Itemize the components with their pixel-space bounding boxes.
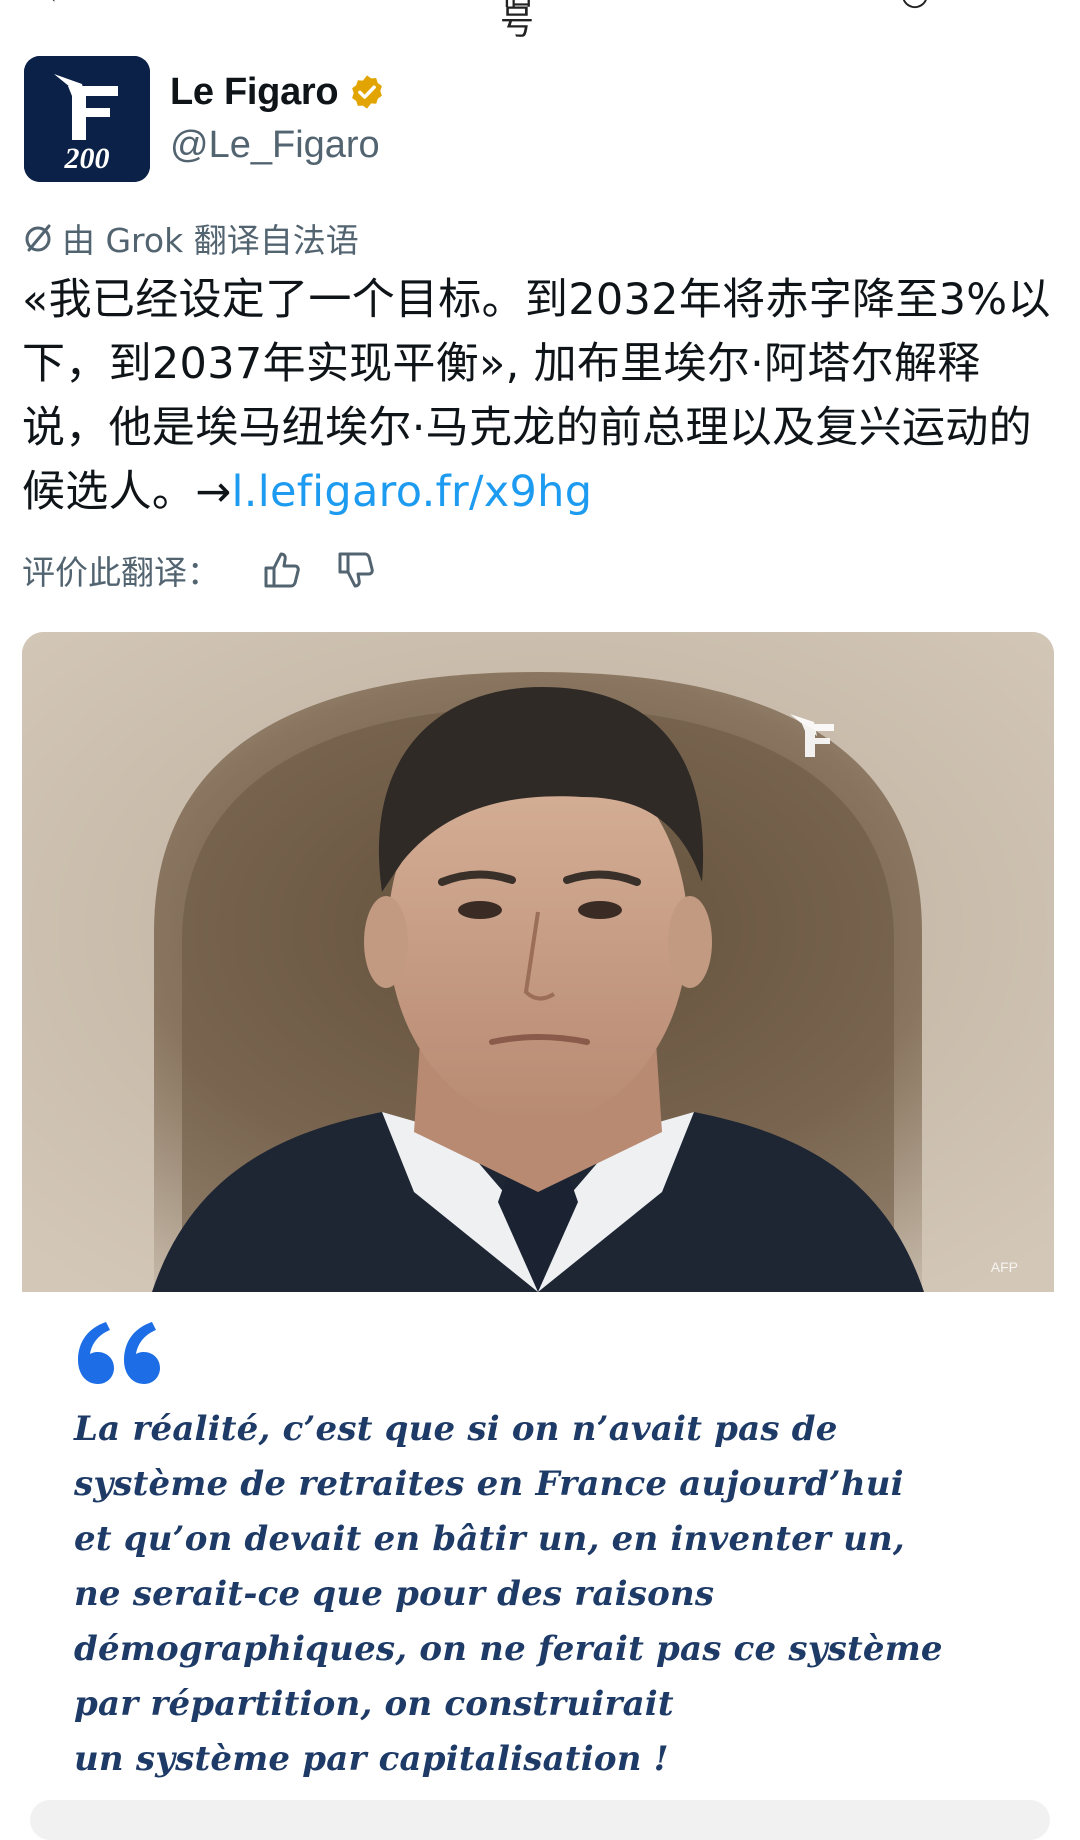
avatar[interactable]: 200 — [24, 56, 150, 182]
display-name[interactable]: Le Figaro — [170, 71, 339, 114]
le-figaro-logo-icon: 200 — [24, 56, 150, 182]
photo-credit: AFP — [991, 1259, 1018, 1275]
verified-badge-icon — [348, 73, 386, 111]
tweet-media[interactable]: AFP La réalité, c’est que si on n’avait … — [22, 632, 1054, 1787]
quote-line: et qu’on devait en bâtir un, en inventer… — [74, 1519, 905, 1559]
quote-line: par répartition, on construirait — [74, 1684, 674, 1724]
quote-line: ne serait-ce que pour des raisons — [74, 1574, 715, 1614]
tweet-text: «我已经设定了一个目标。到2032年将赤字降至3%以下，到2037年实现平衡»,… — [22, 268, 1052, 524]
quote-mark-icon — [72, 1312, 162, 1392]
tweet-link[interactable]: l.lefigaro.fr/x9hg — [232, 467, 593, 517]
status-icon-fragment: ◔ — [900, 0, 940, 10]
quote-text: La réalité, c’est que si on n’avait pas … — [74, 1402, 1004, 1787]
account-names: Le Figaro @Le_Figaro — [170, 66, 386, 167]
thumbs-up-icon[interactable] — [260, 548, 304, 592]
account-handle[interactable]: @Le_Figaro — [170, 124, 386, 167]
quote-line: système de retraites en France aujourd’h… — [74, 1464, 904, 1504]
bottom-reply-bar[interactable] — [30, 1800, 1050, 1840]
status-text-fragment: 信号 — [500, 0, 534, 43]
translation-label: 由 Grok 翻译自法语 — [62, 221, 359, 260]
back-chevron-icon[interactable]: ‹ — [44, 0, 62, 10]
portrait-photo[interactable]: AFP — [22, 632, 1054, 1292]
quote-line: démographiques, on ne ferait pas ce syst… — [74, 1629, 943, 1669]
quote-line: La réalité, c’est que si on n’avait pas … — [74, 1409, 838, 1449]
rate-translation-label: 评价此翻译： — [22, 553, 220, 592]
avatar-text: 200 — [64, 142, 110, 175]
translate-icon — [22, 222, 54, 254]
quote-line: un système par capitalisation ! — [74, 1739, 669, 1779]
quote-panel: La réalité, c’est que si on n’avait pas … — [22, 1292, 1054, 1787]
translation-notice[interactable]: 由 Grok 翻译自法语 — [22, 216, 359, 260]
rate-translation: 评价此翻译： — [22, 546, 378, 594]
thumbs-down-icon[interactable] — [334, 548, 378, 592]
tweet-header: 200 Le Figaro @Le_Figaro — [24, 56, 1044, 184]
